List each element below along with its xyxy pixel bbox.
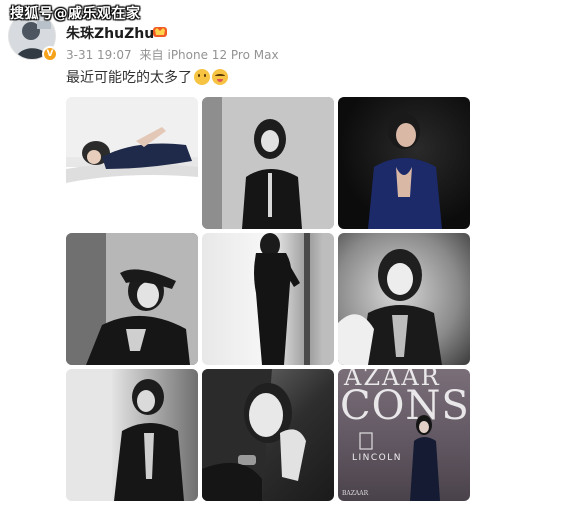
event-cover-foot: BAZAAR (342, 490, 369, 497)
photo-8[interactable] (202, 369, 334, 501)
photo-6-image (338, 249, 442, 365)
photo-8-image (202, 369, 306, 501)
photo-2[interactable] (202, 97, 334, 229)
post-meta: 3-31 19:07 来自 iPhone 12 Pro Max (66, 46, 283, 63)
photo-4-image (66, 233, 198, 365)
weibo-post: 搜狐号@戚乐观在家 V 朱珠ZhuZhu 3-31 19:07 来自 iPhone… (0, 0, 570, 506)
photo-4[interactable] (66, 233, 198, 365)
photo-9-image (359, 415, 440, 501)
photo-1-image (66, 97, 198, 229)
photo-7-image (66, 369, 184, 501)
thinking-emoji (194, 69, 210, 85)
vip-crown-icon (153, 27, 167, 37)
verified-badge-icon: V (42, 46, 58, 62)
sigh-emoji (212, 69, 228, 85)
post-text: 最近可能吃的太多了 (66, 67, 228, 87)
username[interactable]: 朱珠ZhuZhu (66, 23, 154, 43)
post-time[interactable]: 3-31 19:07 (66, 48, 132, 62)
source-prefix: 来自 (139, 48, 164, 62)
photo-7[interactable] (66, 369, 198, 501)
event-cover-brand: LINCOLN (352, 453, 403, 463)
photo-grid: AZAAR CONS LINCOLN BAZAAR (66, 97, 470, 501)
photo-1[interactable] (66, 97, 198, 229)
device-name: iPhone 12 Pro Max (167, 48, 279, 62)
photo-6[interactable] (338, 233, 470, 365)
photo-3[interactable] (338, 97, 470, 229)
photo-3-image (368, 113, 442, 229)
watermark: 搜狐号@戚乐观在家 (10, 6, 141, 22)
photo-5-image (254, 233, 334, 365)
photo-9[interactable]: AZAAR CONS LINCOLN BAZAAR (338, 369, 470, 501)
photo-5[interactable] (202, 233, 334, 365)
photo-2-image (202, 97, 334, 229)
post-body: 最近可能吃的太多了 (66, 70, 192, 86)
